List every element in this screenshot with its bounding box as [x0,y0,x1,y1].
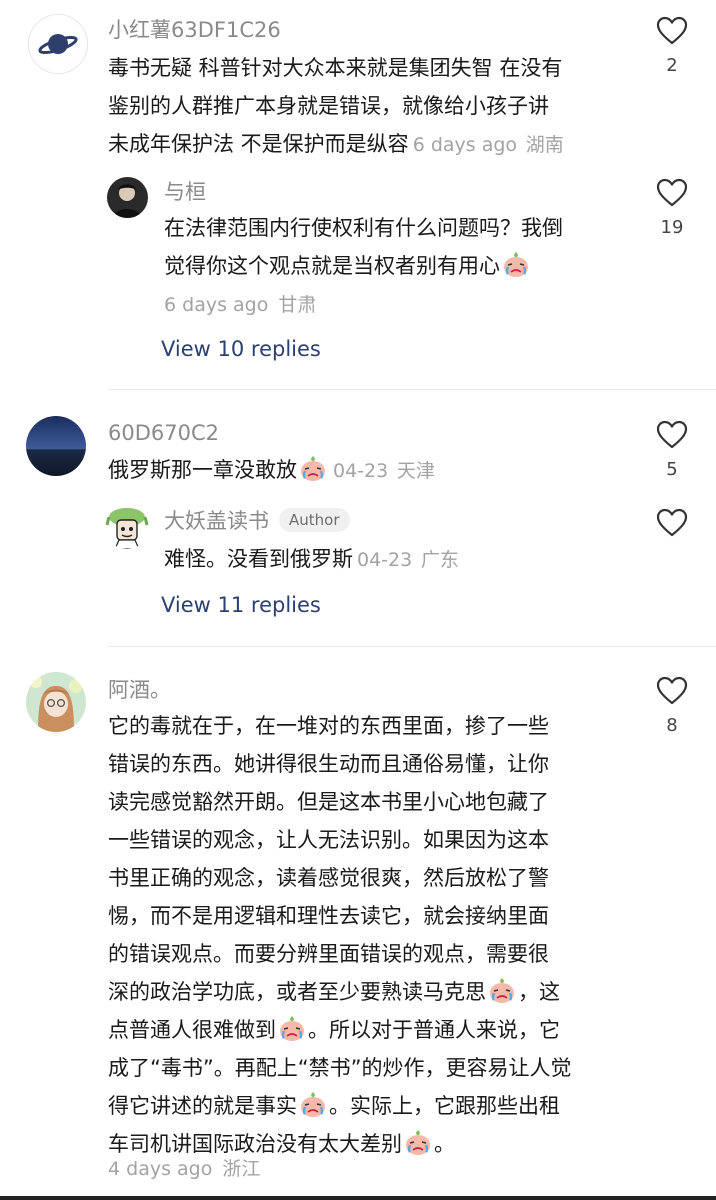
like-button[interactable]: 2 [656,16,688,76]
view-replies-link[interactable]: View 11 replies [161,591,321,619]
avatar[interactable] [26,672,86,732]
avatar[interactable] [105,505,149,549]
comment-username[interactable]: 小红薯63DF1C26 [108,16,281,44]
planet-icon [29,15,87,73]
avatar[interactable] [26,416,86,476]
comment-location: 浙江 [222,1158,261,1180]
comment-time: 4 days ago [108,1158,213,1180]
comment-text: 俄罗斯那一章没敢放 04-23 天津 [108,451,648,490]
reply-meta: 6 days ago 甘肃 [164,290,316,317]
comment-username[interactable]: 阿酒。 [108,676,171,704]
crying-face-emoji [298,453,328,483]
divider [108,646,716,647]
heart-outline-icon [656,508,688,537]
like-count: 2 [666,55,678,76]
comment-location: 湖南 [525,134,564,156]
like-count: 19 [660,217,684,238]
person-photo-icon [107,177,148,218]
heart-outline-icon [656,16,688,45]
reply-time: 6 days ago [164,294,269,316]
heart-outline-icon [656,676,688,705]
comment-meta: 4 days ago 浙江 [108,1154,260,1181]
view-replies-link[interactable]: View 10 replies [161,335,321,363]
avatar[interactable] [107,177,148,218]
reply-time: 04-23 [357,549,413,571]
reply-text: 在法律范围内行使权利有什么问题吗？我倒 觉得你这个观点就是当权者别有用心 [164,216,563,279]
like-button[interactable]: 19 [656,178,688,238]
cartoon-reader-icon [105,505,149,549]
comment-location: 天津 [396,460,435,482]
reply-text: 难怪。没看到俄罗斯 04-23 广东 [164,547,459,571]
reply-location: 甘肃 [278,294,317,316]
crying-face-emoji [277,1013,307,1043]
comment-text: 它的毒就在于，在一堆对的东西里面，掺了一些 错误的东西。她讲得很生动而且通俗易懂… [108,714,572,1157]
comment-text: 毒书无疑 科普针对大众本来就是集团失智 在没有 鉴别的人群推广本身就是错误，就像… [108,56,564,156]
reply-username[interactable]: 与桓 [164,178,206,206]
crying-face-emoji [487,975,517,1005]
divider [108,389,716,390]
crying-face-emoji [298,1089,328,1119]
comment-username[interactable]: 60D670C2 [108,419,219,447]
night-sky-photo-icon [26,416,86,476]
like-count: 5 [666,459,678,480]
crying-face-emoji [403,1127,433,1157]
reply-location: 广东 [420,549,459,571]
bottom-edge [0,1196,716,1200]
author-badge: Author [279,508,350,532]
heart-outline-icon [656,178,688,207]
comment-time: 6 days ago [412,134,518,156]
like-button[interactable]: 8 [656,676,688,736]
like-button[interactable] [656,508,688,548]
reply-username[interactable]: 大妖盖读书 Author [164,507,350,535]
crying-face-emoji [501,249,531,279]
heart-outline-icon [656,420,688,449]
comment-time: 04-23 [333,460,389,482]
like-button[interactable]: 5 [656,420,688,480]
like-count: 8 [666,715,678,736]
avatar[interactable] [28,14,88,74]
anime-girl-avatar-icon [26,672,86,732]
